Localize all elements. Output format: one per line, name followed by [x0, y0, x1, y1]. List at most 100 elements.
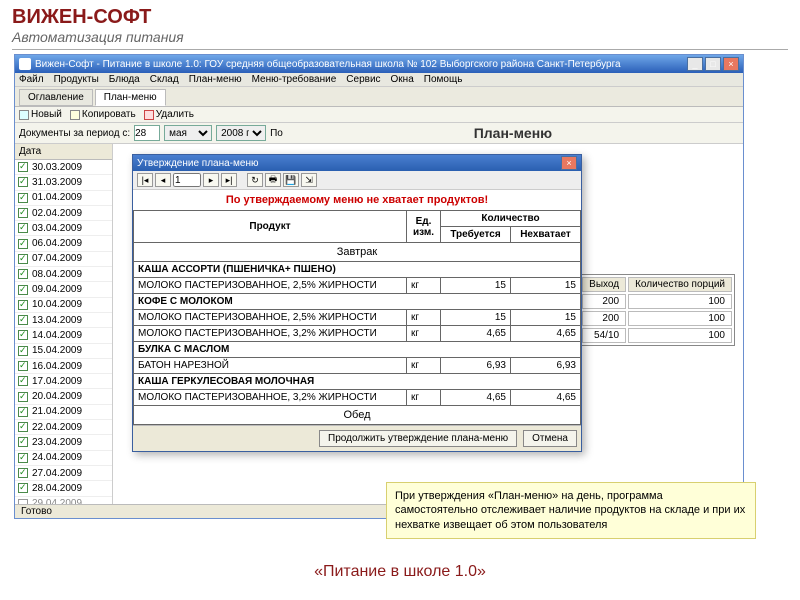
date-row[interactable]: 21.04.2009: [15, 405, 112, 420]
delete-button[interactable]: Удалить: [144, 109, 194, 120]
menu-item[interactable]: Блюда: [109, 74, 140, 85]
tab[interactable]: Оглавление: [19, 89, 93, 106]
check-icon: [18, 162, 28, 172]
date-row[interactable]: 16.04.2009: [15, 359, 112, 374]
date-row[interactable]: 27.04.2009: [15, 466, 112, 481]
minimize-button[interactable]: _: [687, 57, 703, 71]
nav-prev-button[interactable]: ◂: [155, 173, 171, 187]
check-icon: [18, 453, 28, 463]
date-row[interactable]: 08.04.2009: [15, 267, 112, 282]
check-icon: [18, 269, 28, 279]
menu-item[interactable]: Склад: [150, 74, 179, 85]
export-button[interactable]: ⇲: [301, 173, 317, 187]
check-icon: [18, 208, 28, 218]
date-row[interactable]: 23.04.2009: [15, 435, 112, 450]
date-row[interactable]: 30.03.2009: [15, 160, 112, 175]
product-row: МОЛОКО ПАСТЕРИЗОВАННОЕ, 3,2% ЖИРНОСТИкг4…: [134, 326, 581, 342]
menu-item[interactable]: Помощь: [424, 74, 463, 85]
date-row[interactable]: 10.04.2009: [15, 298, 112, 313]
filter-day[interactable]: [134, 125, 160, 141]
product-row: БАТОН НАРЕЗНОЙкг6,936,93: [134, 358, 581, 374]
product-row: МОЛОКО ПАСТЕРИЗОВАННОЕ, 3,2% ЖИРНОСТИкг4…: [134, 390, 581, 406]
modal-footer: Продолжить утверждение плана-меню Отмена: [133, 425, 581, 451]
footer-title: «Питание в школе 1.0»: [0, 563, 800, 581]
date-row[interactable]: 28.04.2009: [15, 481, 112, 496]
check-icon: [18, 300, 28, 310]
close-button[interactable]: ×: [723, 57, 739, 71]
date-row-new[interactable]: 29.04.2009: [15, 497, 112, 504]
menu-item[interactable]: Продукты: [54, 74, 99, 85]
save-button[interactable]: 💾: [283, 173, 299, 187]
date-row[interactable]: 09.04.2009: [15, 282, 112, 297]
check-icon: [18, 315, 28, 325]
nav-page-input[interactable]: [173, 173, 201, 187]
check-icon: [18, 392, 28, 402]
group-row: КАША ГЕРКУЛЕСОВАЯ МОЛОЧНАЯ: [134, 374, 581, 390]
col-unit: Ед. изм.: [407, 211, 441, 243]
nav-first-button[interactable]: |◂: [137, 173, 153, 187]
menu-item[interactable]: План-меню: [189, 74, 242, 85]
col-quantity: Количество: [441, 211, 581, 227]
nav-last-button[interactable]: ▸|: [221, 173, 237, 187]
date-row[interactable]: 07.04.2009: [15, 252, 112, 267]
group-row: КОФЕ С МОЛОКОМ: [134, 294, 581, 310]
date-row[interactable]: 06.04.2009: [15, 236, 112, 251]
menu-item[interactable]: Меню-требование: [252, 74, 337, 85]
table-row: 200100: [582, 311, 732, 326]
section-row: Завтрак: [134, 243, 581, 262]
menu-item[interactable]: Файл: [19, 74, 44, 85]
table-row: 54/10100: [582, 328, 732, 343]
print-button[interactable]: 🖶: [265, 173, 281, 187]
date-row[interactable]: 02.04.2009: [15, 206, 112, 221]
date-row[interactable]: 13.04.2009: [15, 313, 112, 328]
filter-label: Документы за период с:: [19, 128, 130, 139]
check-icon: [18, 177, 28, 187]
date-row[interactable]: 01.04.2009: [15, 191, 112, 206]
refresh-button[interactable]: ↻: [247, 173, 263, 187]
filter-year[interactable]: 2008 г.: [216, 125, 266, 141]
check-icon: [18, 254, 28, 264]
filter-month[interactable]: мая: [164, 125, 212, 141]
new-button[interactable]: Новый: [19, 109, 62, 120]
toolbar: Новый Копировать Удалить: [15, 107, 743, 123]
modal-titlebar[interactable]: Утверждение плана-меню ×: [133, 155, 581, 171]
continue-button[interactable]: Продолжить утверждение плана-меню: [319, 430, 517, 447]
product-row: МОЛОКО ПАСТЕРИЗОВАННОЕ, 2,5% ЖИРНОСТИкг1…: [134, 278, 581, 294]
date-row[interactable]: 24.04.2009: [15, 451, 112, 466]
brand-subtitle: Автоматизация питания: [12, 29, 788, 45]
check-icon: [18, 346, 28, 356]
date-row[interactable]: 31.03.2009: [15, 175, 112, 190]
modal-close-button[interactable]: ×: [561, 156, 577, 170]
annotation-note: При утверждения «План-меню» на день, про…: [386, 482, 756, 539]
check-icon: [18, 330, 28, 340]
col-product: Продукт: [134, 211, 407, 243]
modal-toolbar: |◂ ◂ ▸ ▸| ↻ 🖶 💾 ⇲: [133, 171, 581, 190]
copy-icon: [70, 110, 80, 120]
filter-to: По: [270, 128, 283, 139]
nav-next-button[interactable]: ▸: [203, 173, 219, 187]
titlebar[interactable]: Вижен-Софт - Питание в школе 1.0: ГОУ ср…: [15, 55, 743, 73]
date-row[interactable]: 20.04.2009: [15, 389, 112, 404]
date-row[interactable]: 15.04.2009: [15, 344, 112, 359]
check-icon: [18, 239, 28, 249]
menubar: Файл Продукты Блюда Склад План-меню Меню-треб…: [15, 73, 743, 87]
cancel-button[interactable]: Отмена: [523, 430, 577, 447]
section-row: Обед: [134, 406, 581, 425]
tab[interactable]: План-меню: [95, 89, 166, 106]
date-row[interactable]: 22.04.2009: [15, 420, 112, 435]
filter-bar: Документы за период с: мая 2008 г. По Пл…: [15, 123, 743, 144]
date-row[interactable]: 03.04.2009: [15, 221, 112, 236]
menu-item[interactable]: Сервис: [346, 74, 380, 85]
product-row: МОЛОКО ПАСТЕРИЗОВАННОЕ, 2,5% ЖИРНОСТИкг1…: [134, 310, 581, 326]
date-row[interactable]: 14.04.2009: [15, 328, 112, 343]
maximize-button[interactable]: □: [705, 57, 721, 71]
date-row[interactable]: 17.04.2009: [15, 374, 112, 389]
col-short: Нехватает: [511, 227, 581, 243]
menu-item[interactable]: Окна: [391, 74, 414, 85]
tabs: ОглавлениеПлан-меню: [15, 87, 743, 107]
brand-title: ВИЖЕН-СОФТ: [12, 6, 788, 29]
group-row: КАША АССОРТИ (ПШЕНИЧКА+ ПШЕНО): [134, 262, 581, 278]
copy-button[interactable]: Копировать: [70, 109, 136, 120]
app-icon: [19, 58, 31, 70]
modal-title: Утверждение плана-меню: [137, 158, 559, 169]
